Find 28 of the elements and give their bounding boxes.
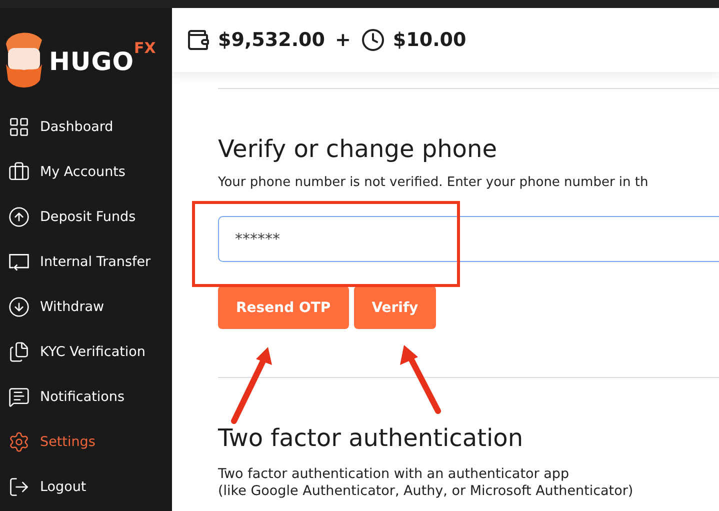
section-description: Your phone number is not verified. Enter your phone number in th [218,175,650,190]
sidebar-item[interactable]: Dashboard [0,104,172,149]
sidebar-item[interactable]: KYC Verification [0,329,172,374]
sidebar-item[interactable]: Logout [0,464,172,509]
dashboard-icon [8,116,30,138]
section-title: Verify or change phone [218,135,498,163]
logout-icon [8,476,30,498]
message-icon [8,386,30,408]
pending-amount: $10.00 [392,29,466,51]
sidebar-item[interactable]: My Accounts [0,149,172,194]
section-description: Two factor authentication with an authenticator app [218,466,570,482]
otp-input-field[interactable]: ****** [218,216,719,262]
sidebar-item[interactable]: Settings [0,419,172,464]
brand-suffix: FX [134,39,156,57]
briefcase-icon [8,160,30,182]
brand-name: HUGO [49,47,134,76]
sidebar-item[interactable]: Notifications [0,374,172,419]
section-title: Two factor authentication [218,424,524,452]
section-description: (like Google Authenticator, Authy, or Microsoft Authenticator) [218,483,634,499]
settings-icon [8,430,30,452]
sidebar-item[interactable]: Internal Transfer [0,239,172,284]
sidebar-item[interactable]: Deposit Funds [0,194,172,239]
plus-sign: + [334,29,351,51]
sidebar-item[interactable]: Withdraw [0,284,172,329]
balance-amount: $9,532.00 [218,29,325,51]
clock-icon [360,28,385,52]
documents-icon [8,340,30,362]
wallet-icon [186,28,210,52]
